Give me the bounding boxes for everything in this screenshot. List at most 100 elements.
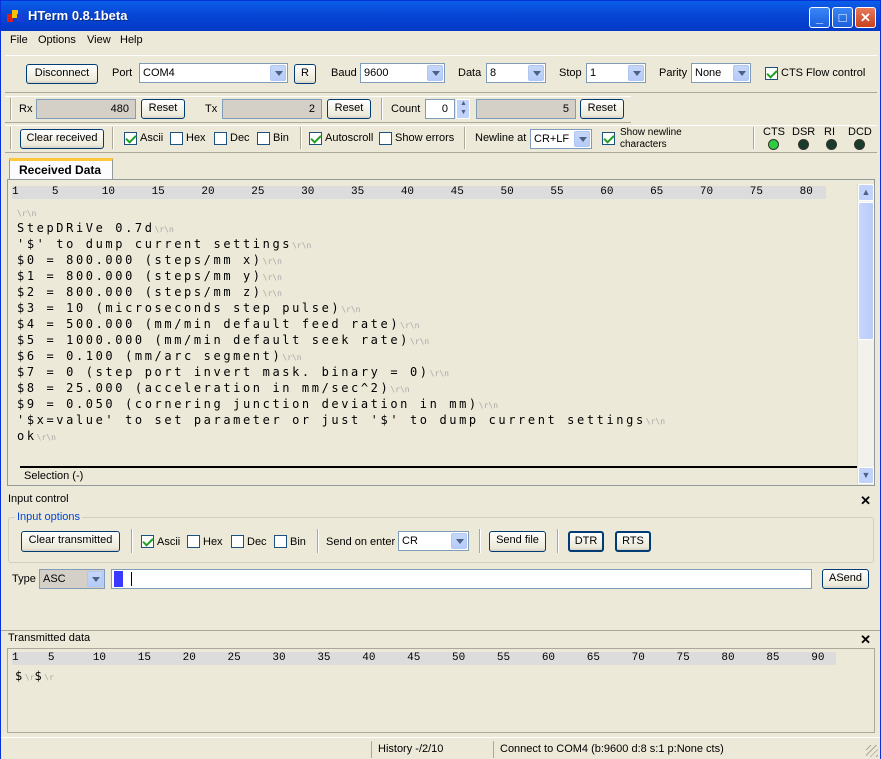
crlf-marker: \r\n [478, 401, 499, 410]
data-bits-label: Data [458, 67, 482, 79]
rx-hex-checkbox[interactable] [170, 132, 183, 145]
received-line-text: $6 = 0.100 (mm/arc segment) [17, 349, 283, 363]
parity-value: None [695, 67, 722, 79]
ruler-tick: 25 [227, 652, 241, 664]
tx-hex-checkbox[interactable] [187, 535, 200, 548]
crlf-marker: \r\n [292, 241, 312, 250]
status-bar: History -/2/10 Connect to COM4 (b:9600 d… [1, 737, 880, 759]
ruler-tick: 45 [450, 186, 464, 198]
input-control-header: Input control ✕ [1, 492, 880, 509]
show-errors-checkbox[interactable] [379, 132, 392, 145]
ruler-tick: 60 [600, 186, 614, 198]
clear-transmitted-button[interactable]: Clear transmitted [21, 531, 120, 552]
received-line-text: $0 = 800.000 (steps/mm x) [17, 253, 263, 267]
baud-select[interactable]: 9600 [360, 63, 445, 83]
type-select[interactable]: ASC [39, 569, 105, 589]
count-reset-button[interactable]: Reset [580, 99, 624, 119]
crlf-marker: \r\n [400, 321, 420, 330]
history-status: History -/2/10 [371, 741, 493, 758]
tx-ascii-checkbox[interactable] [141, 535, 154, 548]
received-scrollbar[interactable]: ▲ ▼ [857, 184, 874, 484]
ruler-tick: 5 [51, 186, 59, 198]
rx-ascii-checkbox[interactable] [124, 132, 137, 145]
tx-bin-checkbox[interactable] [274, 535, 287, 548]
port-label: Port [112, 67, 133, 79]
minimize-button[interactable]: _ [809, 7, 830, 28]
scroll-thumb[interactable] [858, 202, 874, 340]
newline-select[interactable]: CR+LF [530, 129, 592, 149]
rx-dec-checkbox[interactable] [214, 132, 227, 145]
separator [131, 529, 133, 553]
refresh-ports-button[interactable]: R [294, 64, 316, 84]
rx-count: 480 [36, 99, 136, 119]
chevron-down-icon [574, 131, 590, 147]
spin-down-icon[interactable]: ▼ [460, 109, 467, 116]
newline-value: CR+LF [534, 133, 570, 145]
received-line: $4 = 500.000 (mm/min default feed rate)\… [17, 317, 419, 331]
menu-options[interactable]: Options [38, 34, 76, 46]
autoscroll-checkbox[interactable] [309, 132, 322, 145]
cts-flow-checkbox[interactable] [765, 67, 778, 80]
send-file-button[interactable]: Send file [489, 531, 546, 552]
cursor-block [114, 571, 123, 587]
stop-bits-label: Stop [559, 67, 582, 79]
count-spinner[interactable]: ▲ ▼ [456, 99, 470, 119]
received-line: StepDRiVe 0.7d\r\n [17, 221, 174, 235]
title-bar[interactable]: HTerm 0.8.1beta _ □ ✕ [1, 1, 880, 31]
clear-received-button[interactable]: Clear received [20, 129, 104, 149]
count-input[interactable]: 0 [425, 99, 455, 119]
input-control-close-icon[interactable]: ✕ [860, 493, 871, 509]
data-bits-select[interactable]: 8 [486, 63, 546, 83]
text-caret [131, 572, 132, 586]
menu-help[interactable]: Help [120, 34, 143, 46]
rx-reset-button[interactable]: Reset [141, 99, 185, 119]
crlf-marker: \r\n [262, 289, 282, 298]
received-line: '$x=value' to set parameter or just '$' … [17, 413, 665, 427]
tab-received-data[interactable]: Received Data [9, 158, 113, 180]
resize-grip-icon[interactable] [866, 745, 878, 757]
received-line-text: '$x=value' to set parameter or just '$' … [17, 413, 646, 427]
disconnect-button[interactable]: Disconnect [26, 64, 98, 84]
tx-reset-button[interactable]: Reset [327, 99, 371, 119]
send-on-enter-value: CR [402, 535, 418, 547]
chevron-down-icon [427, 65, 443, 81]
close-button[interactable]: ✕ [855, 7, 876, 28]
received-ruler: 1 5 10 15 20 25 30 35 40 45 50 55 60 65 70 75 80 [12, 186, 826, 199]
menu-view[interactable]: View [87, 34, 111, 46]
parity-select[interactable]: None [691, 63, 751, 83]
spin-up-icon[interactable]: ▲ [460, 100, 467, 107]
port-select[interactable]: COM4 [139, 63, 288, 83]
ruler-tick: 80 [721, 652, 735, 664]
baud-value: 9600 [364, 67, 389, 79]
rx-bin-checkbox[interactable] [257, 132, 270, 145]
dtr-button[interactable]: DTR [568, 531, 604, 552]
ruler-tick: 75 [749, 186, 763, 198]
ruler-tick: 5 [47, 652, 55, 664]
ruler-tick: 50 [500, 186, 514, 198]
newline-label: Newline at [475, 132, 527, 144]
transmitted-text[interactable]: $\r$\r [15, 669, 54, 683]
send-on-enter-select[interactable]: CR [398, 531, 469, 551]
ruler-tick: 45 [407, 652, 421, 664]
tx-content: $ [15, 669, 25, 683]
received-line: $1 = 800.000 (steps/mm y)\r\n [17, 269, 282, 283]
ruler-tick: 25 [251, 186, 265, 198]
send-input[interactable] [111, 569, 812, 589]
tx-hex-label: Hex [203, 536, 223, 548]
stop-bits-select[interactable]: 1 [586, 63, 646, 83]
window-title: HTerm 0.8.1beta [28, 8, 128, 23]
show-newline-checkbox[interactable] [602, 132, 615, 145]
transmitted-close-icon[interactable]: ✕ [860, 632, 871, 648]
tx-dec-checkbox[interactable] [231, 535, 244, 548]
ruler-tick: 1 [12, 186, 19, 198]
rx-ascii-label: Ascii [140, 132, 164, 144]
received-line: ok\r\n [17, 429, 56, 443]
rts-button[interactable]: RTS [615, 531, 651, 552]
input-options-label: Input options [15, 511, 82, 523]
scroll-down-icon[interactable]: ▼ [858, 467, 874, 484]
asend-button[interactable]: ASend [822, 569, 869, 589]
count-label: Count [391, 103, 421, 115]
maximize-button[interactable]: □ [832, 7, 853, 28]
scroll-up-icon[interactable]: ▲ [858, 184, 874, 201]
menu-file[interactable]: File [10, 34, 28, 46]
